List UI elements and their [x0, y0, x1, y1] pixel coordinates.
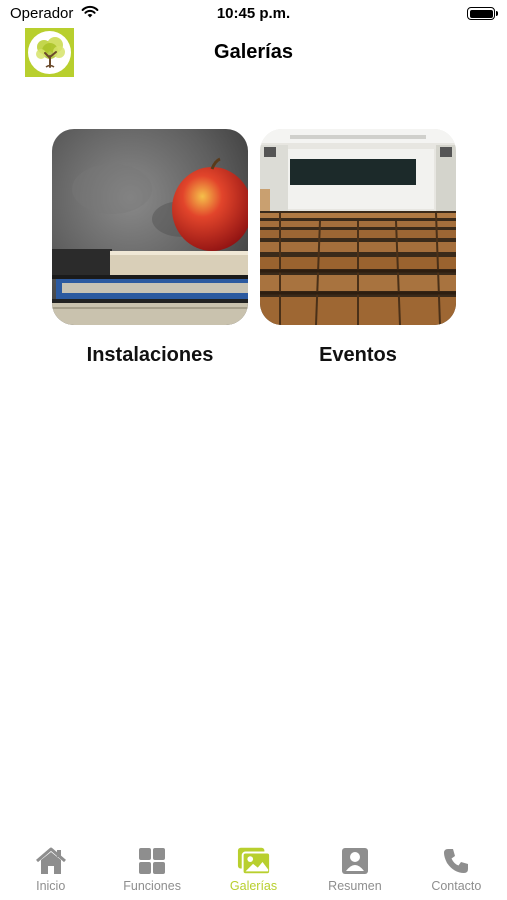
- grid-icon: [135, 846, 169, 876]
- gallery-item-instalaciones[interactable]: Instalaciones: [52, 129, 248, 367]
- status-time: 10:45 p.m.: [216, 5, 291, 22]
- tab-label: Funciones: [123, 879, 181, 893]
- gallery-icon: [237, 846, 271, 876]
- tab-label: Contacto: [431, 879, 482, 893]
- tab-label: Resumen: [328, 879, 382, 893]
- tab-galerias[interactable]: Galerías: [203, 834, 304, 900]
- tab-label: Inicio: [36, 879, 66, 893]
- gallery-thumbnail[interactable]: [52, 129, 248, 325]
- tab-inicio[interactable]: Inicio: [0, 834, 101, 900]
- page-title: Galerías: [214, 41, 293, 63]
- gallery-label[interactable]: Eventos: [260, 344, 456, 367]
- tab-contacto[interactable]: Contacto: [406, 834, 507, 900]
- header: Galerías: [0, 28, 507, 78]
- home-icon: [34, 846, 68, 876]
- phone-icon: [439, 846, 473, 876]
- gallery-thumbnail[interactable]: [260, 129, 456, 325]
- tab-bar: Inicio Funciones Galerías Resumen Contac…: [0, 834, 507, 900]
- gallery-item-eventos[interactable]: Eventos: [260, 129, 456, 367]
- gallery-label[interactable]: Instalaciones: [52, 344, 248, 367]
- status-bar: Operador 10:45 p.m.: [0, 0, 507, 28]
- battery-icon: [467, 7, 498, 20]
- tab-resumen[interactable]: Resumen: [304, 834, 405, 900]
- tab-funciones[interactable]: Funciones: [101, 834, 202, 900]
- tab-label: Galerías: [229, 879, 278, 893]
- profile-card-icon: [338, 846, 372, 876]
